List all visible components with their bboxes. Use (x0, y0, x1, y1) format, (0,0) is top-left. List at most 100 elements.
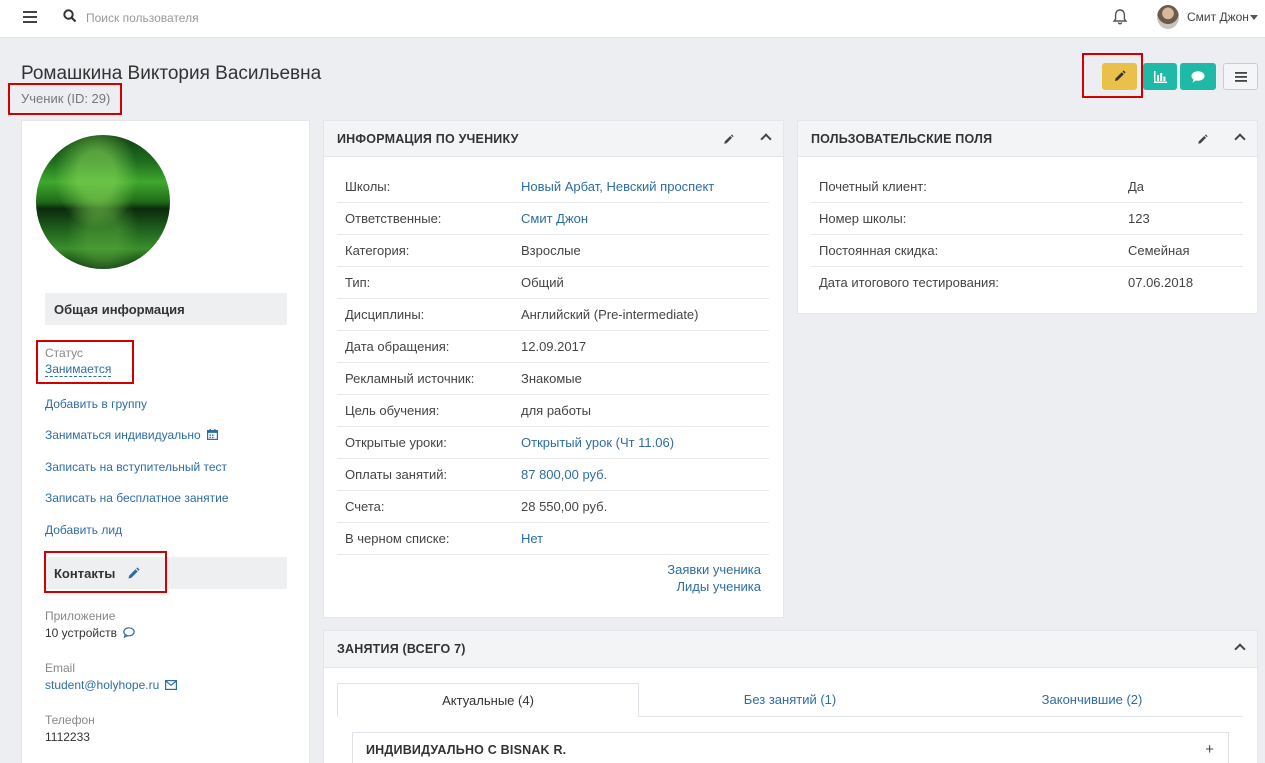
custom-fields-title: ПОЛЬЗОВАТЕЛЬСКИЕ ПОЛЯ (811, 132, 993, 146)
edit-button[interactable] (1102, 63, 1137, 90)
row-value: Да (1128, 179, 1145, 194)
row-label: Номер школы: (819, 211, 907, 226)
row-value[interactable]: Нет (521, 531, 543, 546)
row-value[interactable]: 87 800,00 руб. (521, 467, 607, 482)
table-row: В черном списке: Нет (337, 523, 769, 555)
custom-fields-panel: ПОЛЬЗОВАТЕЛЬСКИЕ ПОЛЯ Почетный клиент: Да… (797, 120, 1258, 314)
row-label: Постоянная скидка: (819, 243, 939, 258)
row-label: Категория: (345, 243, 410, 258)
more-menu-button[interactable] (1223, 63, 1258, 90)
lessons-tabs: Актуальные (4) Без занятий (1) Закончивш… (337, 683, 1243, 717)
envelope-icon[interactable] (165, 679, 178, 693)
free-lesson-link[interactable]: Записать на бесплатное занятие (45, 491, 229, 505)
chevron-up-icon[interactable] (1234, 643, 1246, 655)
menu-icon[interactable] (23, 11, 37, 23)
row-value: 28 550,00 руб. (521, 499, 608, 514)
student-id-label: Ученик (ID: 29) (21, 91, 111, 106)
app-label: Приложение (45, 609, 116, 623)
avatar[interactable] (1157, 5, 1179, 29)
search-input[interactable] (86, 8, 346, 28)
table-row: Открытые уроки: Открытый урок (Чт 11.06) (337, 427, 769, 459)
general-info-header: Общая информация (45, 293, 287, 325)
chat-icon[interactable] (123, 627, 135, 641)
row-value: Семейная (1128, 243, 1190, 258)
row-label: Цель обучения: (345, 403, 440, 418)
tab-finished[interactable]: Закончившие (2) (941, 683, 1243, 717)
app-value: 10 устройств (45, 626, 135, 641)
entrance-test-link[interactable]: Записать на вступительный тест (45, 460, 227, 474)
contacts-header: Контакты (45, 557, 287, 589)
user-name[interactable]: Смит Джон (1187, 10, 1249, 24)
row-value: 123 (1128, 211, 1150, 226)
search-icon (63, 9, 77, 26)
table-row: Счета: 28 550,00 руб. (337, 491, 769, 523)
row-value[interactable]: Новый Арбат, Невский проспект (521, 179, 714, 194)
profile-photo[interactable] (36, 135, 170, 269)
table-row: Тип: Общий (337, 267, 769, 299)
student-info-panel: ИНФОРМАЦИЯ ПО УЧЕНИКУ Школы: Новый Арбат,… (323, 120, 784, 618)
bell-icon[interactable] (1112, 8, 1128, 29)
lessons-header: ЗАНЯТИЯ (ВСЕГО 7) (324, 631, 1257, 668)
statistics-button[interactable] (1143, 63, 1177, 90)
tab-no-lessons[interactable]: Без занятий (1) (639, 683, 941, 717)
status-label: Статус (45, 346, 83, 360)
tab-current[interactable]: Актуальные (4) (337, 683, 639, 717)
row-value[interactable]: Открытый урок (Чт 11.06) (521, 435, 674, 450)
pencil-icon[interactable] (1197, 133, 1208, 148)
row-label: Школы: (345, 179, 391, 194)
plus-icon[interactable]: + (1205, 741, 1214, 758)
lesson-group-item[interactable]: ИНДИВИДУАЛЬНО С BISNAK R. + (352, 732, 1229, 763)
chevron-up-icon[interactable] (760, 133, 772, 145)
student-info-header: ИНФОРМАЦИЯ ПО УЧЕНИКУ (324, 121, 783, 157)
row-label: Дата итогового тестирования: (819, 275, 999, 290)
table-row: Ответственные: Смит Джон (337, 203, 769, 235)
table-row: Рекламный источник: Знакомые (337, 363, 769, 395)
menu-icon (1234, 71, 1247, 82)
chevron-down-icon[interactable] (1250, 15, 1258, 20)
email-value: student@holyhope.ru (45, 678, 160, 692)
email-label: Email (45, 661, 76, 675)
lesson-group-title: ИНДИВИДУАЛЬНО С BISNAK R. (366, 743, 567, 757)
phone-value: 1112233 (45, 730, 90, 744)
pencil-icon[interactable] (723, 133, 734, 148)
lessons-panel: ЗАНЯТИЯ (ВСЕГО 7) Актуальные (4) Без зан… (323, 630, 1258, 763)
add-to-group-link[interactable]: Добавить в группу (45, 397, 147, 411)
row-value[interactable]: Смит Джон (521, 211, 588, 226)
row-label: Оплаты занятий: (345, 467, 448, 482)
message-button[interactable] (1180, 63, 1216, 90)
row-label: Открытые уроки: (345, 435, 447, 450)
chat-bubble-icon (1191, 70, 1205, 82)
individual-lessons-link[interactable]: Заниматься индивидуально (45, 428, 218, 443)
tabs-divider (639, 716, 1243, 717)
table-row: Дисциплины: Английский (Pre-intermediate) (337, 299, 769, 331)
row-label: Дата обращения: (345, 339, 450, 354)
row-label: Ответственные: (345, 211, 442, 226)
add-lead-link[interactable]: Добавить лид (45, 523, 122, 537)
top-bar: Смит Джон (0, 0, 1265, 38)
contacts-title: Контакты (54, 566, 116, 581)
email-link[interactable]: student@holyhope.ru (45, 678, 178, 693)
lessons-title: ЗАНЯТИЯ (ВСЕГО 7) (337, 642, 466, 656)
pencil-icon[interactable] (127, 566, 140, 583)
table-row: Дата обращения: 12.09.2017 (337, 331, 769, 363)
table-row: Номер школы: 123 (811, 203, 1243, 235)
table-row: Школы: Новый Арбат, Невский проспект (337, 171, 769, 203)
student-requests-link[interactable]: Заявки ученика (667, 562, 761, 577)
row-value: 07.06.2018 (1128, 275, 1194, 290)
row-value: 12.09.2017 (521, 339, 587, 354)
row-label: Дисциплины: (345, 307, 425, 322)
row-value: Знакомые (521, 371, 582, 386)
table-row: Оплаты занятий: 87 800,00 руб. (337, 459, 769, 491)
pencil-icon (1115, 70, 1126, 81)
table-row: Почетный клиент: Да (811, 171, 1243, 203)
student-info-title: ИНФОРМАЦИЯ ПО УЧЕНИКУ (337, 132, 519, 146)
row-label: Почетный клиент: (819, 179, 927, 194)
custom-fields-header: ПОЛЬЗОВАТЕЛЬСКИЕ ПОЛЯ (798, 121, 1257, 157)
page-title: Ромашкина Виктория Васильевна (21, 63, 322, 84)
row-value: Взрослые (521, 243, 581, 258)
student-leads-link[interactable]: Лиды ученика (677, 579, 761, 594)
bar-chart-icon (1153, 70, 1167, 83)
status-value-link[interactable]: Занимается (45, 362, 112, 377)
chevron-up-icon[interactable] (1234, 133, 1246, 145)
row-label: В черном списке: (345, 531, 450, 546)
